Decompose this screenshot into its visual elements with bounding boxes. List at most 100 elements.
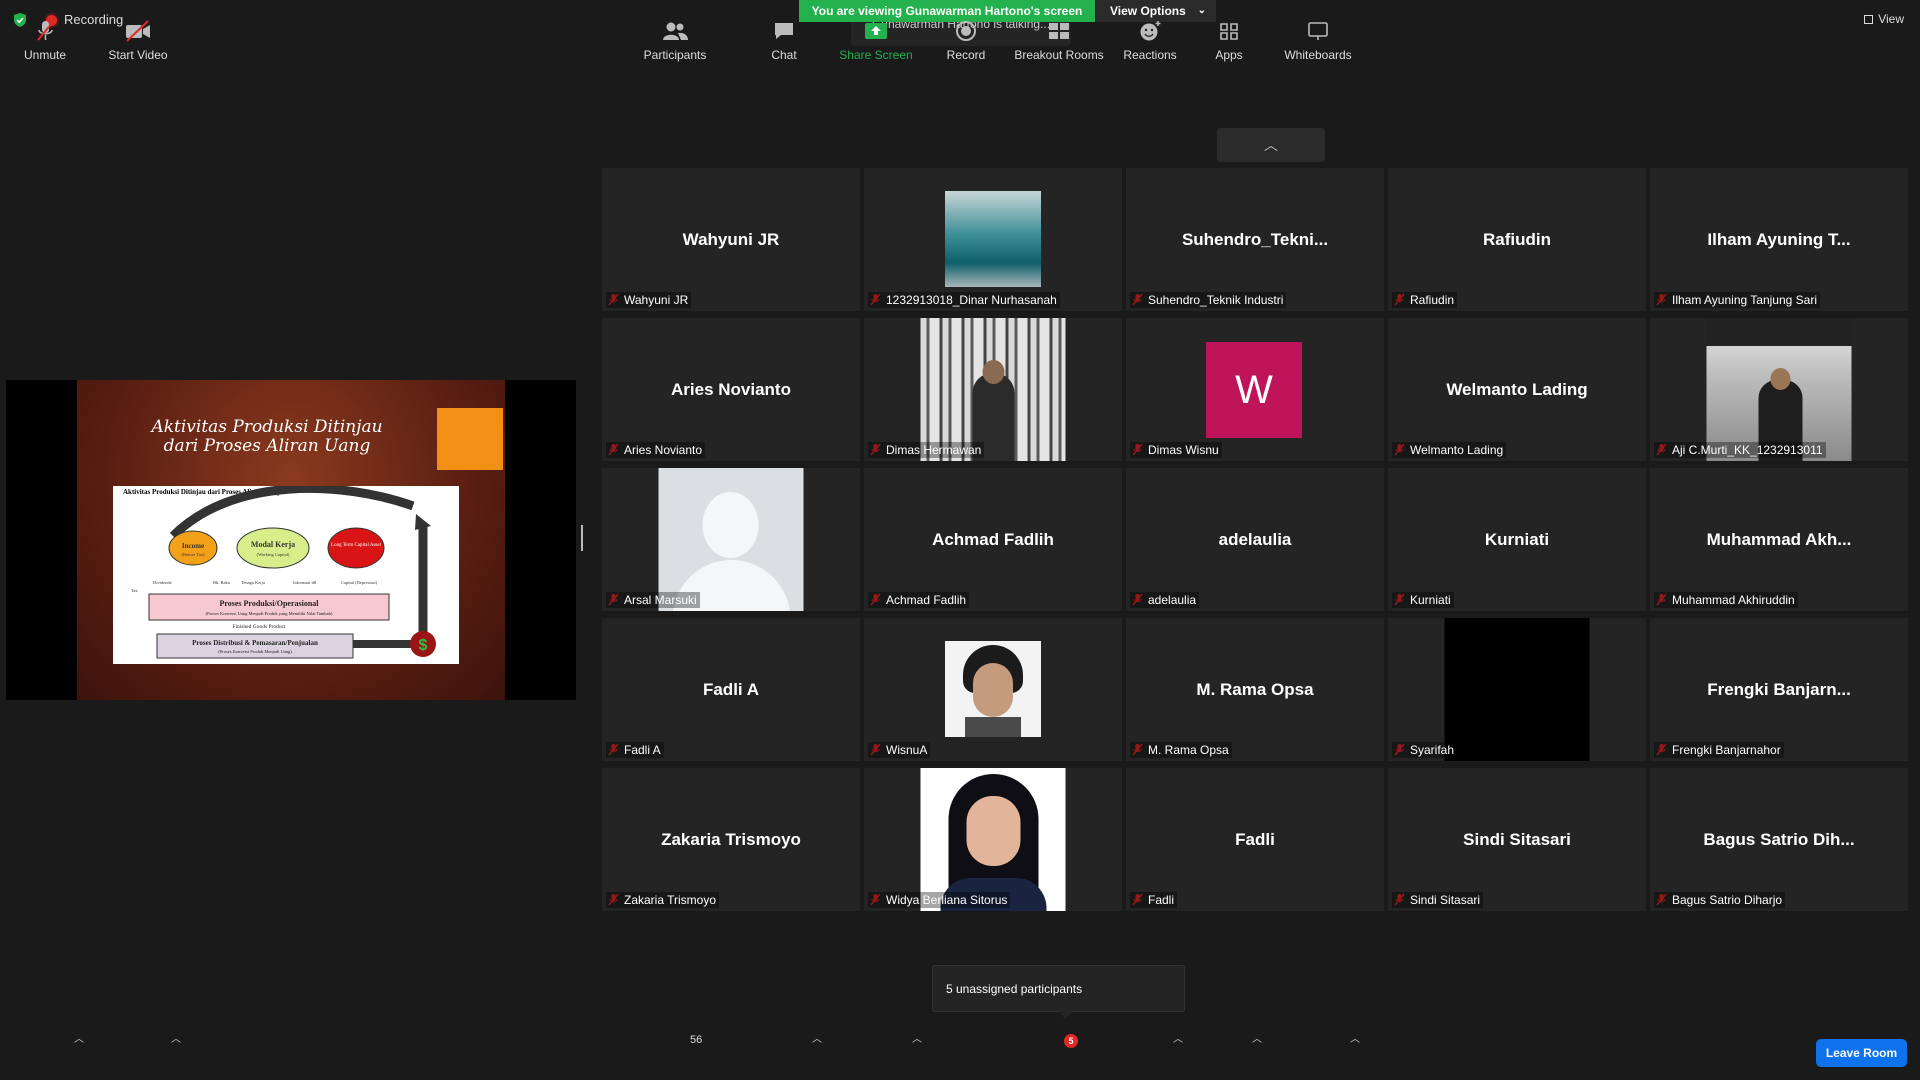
participant-tile[interactable]: Rafiudin Rafiudin <box>1388 168 1646 311</box>
reactions-button[interactable]: Reactions <box>1122 20 1178 62</box>
participant-tile[interactable]: Bagus Satrio Dih... Bagus Satrio Diharjo <box>1650 768 1908 911</box>
video-off-icon <box>126 20 150 42</box>
chat-button[interactable]: Chat <box>760 20 808 62</box>
participant-tile[interactable]: 1232913018_Dinar Nurhasanah <box>864 168 1122 311</box>
participant-name-label: M. Rama Opsa <box>1130 742 1232 758</box>
participant-tile[interactable]: M. Rama Opsa M. Rama Opsa <box>1126 618 1384 761</box>
participant-name-label: Zakaria Trismoyo <box>606 892 720 908</box>
diagram-informasi: Informasi dll <box>293 580 317 585</box>
participant-name-label: Frengki Banjarnahor <box>1654 742 1784 758</box>
participant-tile[interactable]: Muhammad Akh... Muhammad Akhiruddin <box>1650 468 1908 611</box>
whiteboard-icon <box>1308 22 1328 40</box>
participant-video <box>1444 618 1590 761</box>
apps-caret-icon[interactable]: ︿ <box>1252 1030 1262 1045</box>
participant-video <box>1706 318 1852 461</box>
gallery-page-up-button[interactable]: ︿ <box>1217 128 1325 162</box>
participant-tile[interactable]: Fadli Fadli <box>1126 768 1384 911</box>
view-button[interactable]: View <box>1864 12 1904 26</box>
participant-tile[interactable]: Suhendro_Tekni... Suhendro_Teknik Industr… <box>1126 168 1384 311</box>
participant-name-label: Widya Berliana Sitorus <box>868 892 1011 908</box>
participant-name-label: Suhendro_Teknik Industri <box>1130 292 1287 308</box>
participant-name-label: Bagus Satrio Diharjo <box>1654 892 1786 908</box>
leave-room-button[interactable]: Leave Room <box>1816 1039 1907 1067</box>
participant-name-label: Aries Novianto <box>606 442 706 458</box>
participant-tile[interactable]: Aji C.Murti_KK_1232913011 <box>1650 318 1908 461</box>
participant-tile[interactable]: Welmanto Lading Welmanto Lading <box>1388 318 1646 461</box>
participant-name-label: Arsal Marsuki <box>606 592 700 608</box>
participant-name-label: Syarifah <box>1392 742 1458 758</box>
start-video-label: Start Video <box>108 48 168 62</box>
start-video-button[interactable]: Start Video <box>107 20 169 62</box>
participant-tile[interactable]: Frengki Banjarn... Frengki Banjarnahor <box>1650 618 1908 761</box>
participant-name-label: Dimas Hermawan <box>868 442 985 458</box>
participant-tile[interactable]: WisnuA <box>864 618 1122 761</box>
panel-splitter[interactable] <box>581 525 583 551</box>
participant-name-label: Rafiudin <box>1392 292 1458 308</box>
participant-avatar: W <box>1206 342 1302 438</box>
participants-count: 56 <box>690 1034 703 1046</box>
participant-tile[interactable]: Kurniati Kurniati <box>1388 468 1646 611</box>
diagram-finished: Finished Goods Product <box>232 624 286 630</box>
participant-display-name: Wahyuni JR <box>682 230 780 249</box>
participant-name-label: Aji C.Murti_KK_1232913011 <box>1654 442 1826 458</box>
whiteboards-button[interactable]: Whiteboards <box>1282 20 1354 62</box>
apps-button[interactable]: Apps <box>1208 20 1250 62</box>
participant-display-name: Ilham Ayuning T... <box>1707 230 1851 249</box>
participant-name-label: Dimas Wisnu <box>1130 442 1222 458</box>
participant-name-label: Sindi Sitasari <box>1392 892 1484 908</box>
participant-tile[interactable]: W Dimas Wisnu <box>1126 318 1384 461</box>
video-options-caret-icon[interactable]: ︿ <box>171 1030 181 1045</box>
audio-options-caret-icon[interactable]: ︿ <box>74 1030 84 1045</box>
participant-tile[interactable]: Fadli A Fadli A <box>602 618 860 761</box>
whiteboards-caret-icon[interactable]: ︿ <box>1350 1030 1360 1045</box>
money-flow-diagram: Aktivitas Produksi Ditinjau dari Proses … <box>123 483 436 659</box>
participant-tile[interactable]: Widya Berliana Sitorus <box>864 768 1122 911</box>
participant-gallery: Wahyuni JR Wahyuni JR 1232913018_Dinar Nur… <box>602 168 1908 912</box>
record-button[interactable]: Record <box>942 20 990 62</box>
diagram-modal-sub: (Working Capital) <box>257 552 290 557</box>
shared-screen[interactable]: Aktivitas Produksi Ditinjau dari Proses … <box>6 380 576 700</box>
default-avatar-icon <box>658 468 804 611</box>
share-options-caret-icon[interactable]: ︿ <box>912 1030 922 1045</box>
unmute-button[interactable]: Unmute <box>18 20 72 62</box>
participant-display-name: Bagus Satrio Dih... <box>1703 830 1855 849</box>
participant-display-name: M. Rama Opsa <box>1196 680 1314 699</box>
participant-tile[interactable]: adelaulia adelaulia <box>1126 468 1384 611</box>
diagram-longterm: Long Term Capital Asset <box>331 543 382 548</box>
participant-display-name: Sindi Sitasari <box>1463 830 1571 849</box>
record-icon <box>956 21 976 41</box>
participant-tile[interactable]: Ilham Ayuning T... Ilham Ayuning Tanjung … <box>1650 168 1908 311</box>
participant-name-label: WisnuA <box>868 742 931 758</box>
breakout-rooms-label: Breakout Rooms <box>1014 48 1104 62</box>
slide-diagram: Aktivitas Produksi Ditinjau dari Proses … <box>113 483 459 664</box>
participant-tile[interactable]: Achmad Fadlih Achmad Fadlih <box>864 468 1122 611</box>
diagram-proses-distribusi-sub: (Proses Konversi Produk Menjadi Uang) <box>218 649 292 654</box>
view-options-button[interactable]: View Options ⌄ <box>1096 0 1216 22</box>
diagram-tenaga-kerja: Tenaga Kerja <box>241 580 265 585</box>
participant-tile[interactable]: Sindi Sitasari Sindi Sitasari <box>1388 768 1646 911</box>
participant-display-name: Zakaria Trismoyo <box>661 830 801 849</box>
reactions-caret-icon[interactable]: ︿ <box>1173 1030 1183 1045</box>
participant-photo <box>945 191 1041 287</box>
participant-name-label: adelaulia <box>1130 592 1200 608</box>
chat-options-caret-icon[interactable]: ︿ <box>812 1030 822 1045</box>
diagram-dividends: Dividends <box>153 580 172 585</box>
participant-name-label: Wahyuni JR <box>606 292 692 308</box>
diagram-income: Income <box>182 542 204 550</box>
view-options-label: View Options <box>1110 4 1186 18</box>
meeting-toolbar <box>0 1012 1920 1080</box>
share-screen-button[interactable]: Share Screen <box>838 20 914 62</box>
participants-button[interactable]: Participants <box>640 20 710 62</box>
participant-tile[interactable]: Syarifah <box>1388 618 1646 761</box>
participant-name-label: Fadli <box>1130 892 1178 908</box>
participant-tile[interactable]: Arsal Marsuki <box>602 468 860 611</box>
participant-display-name: Fadli <box>1235 830 1275 849</box>
participant-tile[interactable]: Dimas Hermawan <box>864 318 1122 461</box>
grid-view-icon <box>1864 15 1874 24</box>
participant-tile[interactable]: Wahyuni JR Wahyuni JR <box>602 168 860 311</box>
breakout-rooms-button[interactable]: Breakout Rooms <box>1012 20 1106 62</box>
participant-tile[interactable]: Zakaria Trismoyo Zakaria Trismoyo <box>602 768 860 911</box>
chevron-down-icon: ⌄ <box>1197 5 1206 16</box>
record-label: Record <box>946 48 986 62</box>
participant-tile[interactable]: Aries Novianto Aries Novianto <box>602 318 860 461</box>
